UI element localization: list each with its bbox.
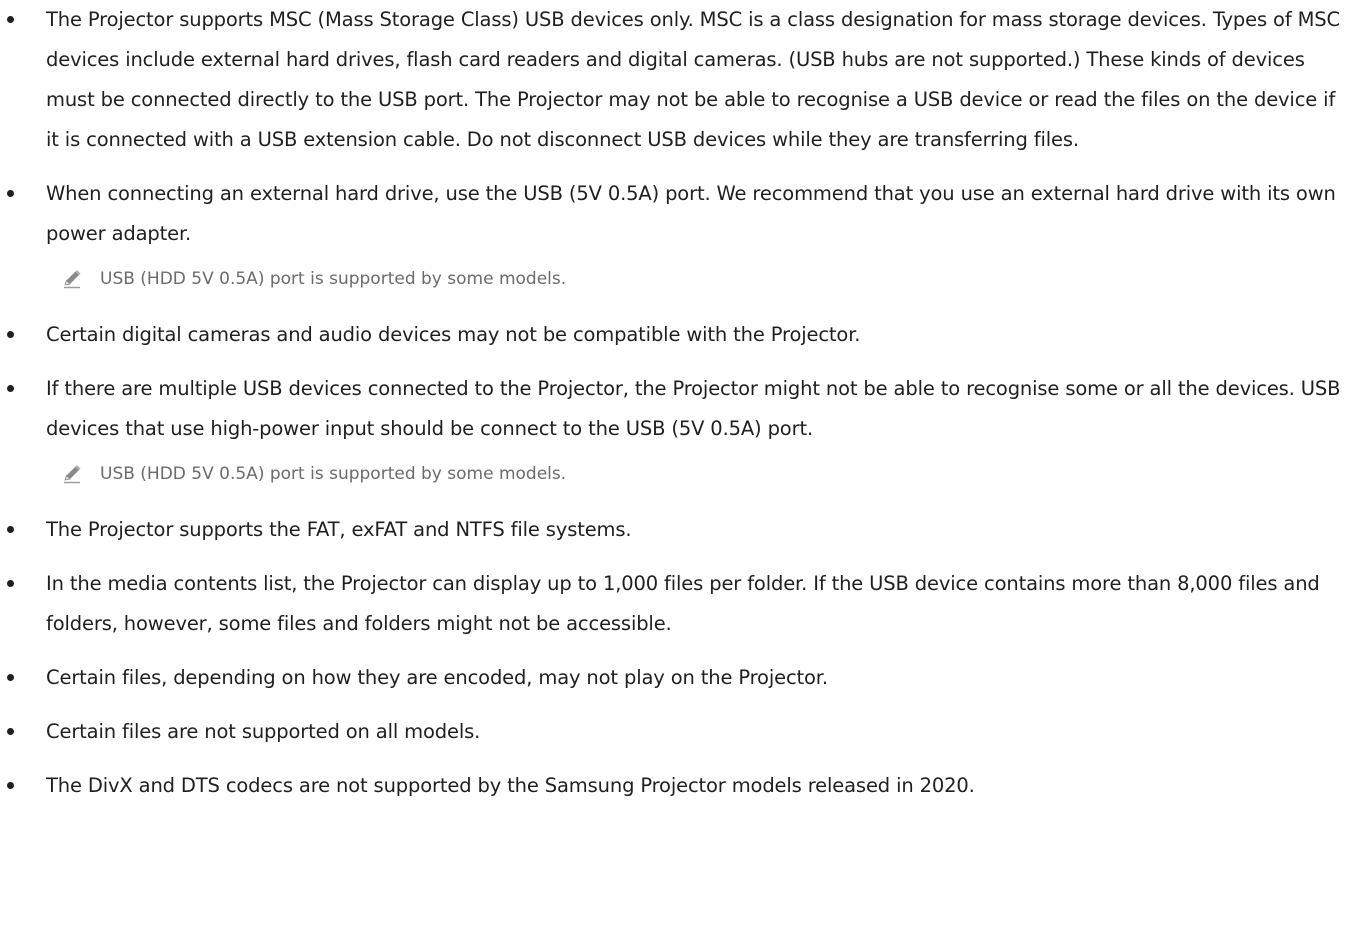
bullet-icon: [7, 190, 14, 197]
list-item-text: If there are multiple USB devices connec…: [46, 377, 1341, 440]
note-text: USB (HDD 5V 0.5A) port is supported by s…: [100, 464, 567, 484]
bullet-icon: [7, 728, 14, 735]
list-item: The Projector supports MSC (Mass Storage…: [0, 0, 1346, 160]
list-item-text: The Projector supports the FAT, exFAT an…: [46, 518, 632, 541]
list-item-text: Certain files, depending on how they are…: [46, 666, 828, 689]
list-item: The Projector supports the FAT, exFAT an…: [0, 510, 1346, 550]
list-item: When connecting an external hard drive, …: [0, 174, 1346, 254]
bullet-icon: [7, 782, 14, 789]
bullet-icon: [7, 580, 14, 587]
bullet-icon: [7, 16, 14, 23]
list-item: In the media contents list, the Projecto…: [0, 564, 1346, 644]
list-item-text: When connecting an external hard drive, …: [46, 182, 1336, 245]
bullet-icon: [7, 331, 14, 338]
note: USB (HDD 5V 0.5A) port is supported by s…: [0, 462, 1370, 486]
document-body: The Projector supports MSC (Mass Storage…: [0, 0, 1370, 820]
note: USB (HDD 5V 0.5A) port is supported by s…: [0, 267, 1370, 291]
bullet-icon: [7, 385, 14, 392]
pencil-note-icon: [64, 465, 81, 484]
list-item: If there are multiple USB devices connec…: [0, 369, 1346, 449]
list-item: Certain files, depending on how they are…: [0, 658, 1346, 698]
list-item-text: Certain files are not supported on all m…: [46, 720, 481, 743]
note-text: USB (HDD 5V 0.5A) port is supported by s…: [100, 269, 567, 289]
list-item: Certain digital cameras and audio device…: [0, 315, 1346, 355]
bullet-icon: [7, 526, 14, 533]
pencil-note-icon: [64, 270, 81, 289]
list-item-text: The DivX and DTS codecs are not supporte…: [46, 774, 975, 797]
bullet-icon: [7, 674, 14, 681]
list-item-text: In the media contents list, the Projecto…: [46, 572, 1320, 635]
list-item: Certain files are not supported on all m…: [0, 712, 1346, 752]
list-item-text: The Projector supports MSC (Mass Storage…: [46, 8, 1340, 151]
list-item: The DivX and DTS codecs are not supporte…: [0, 766, 1346, 806]
list-item-text: Certain digital cameras and audio device…: [46, 323, 861, 346]
